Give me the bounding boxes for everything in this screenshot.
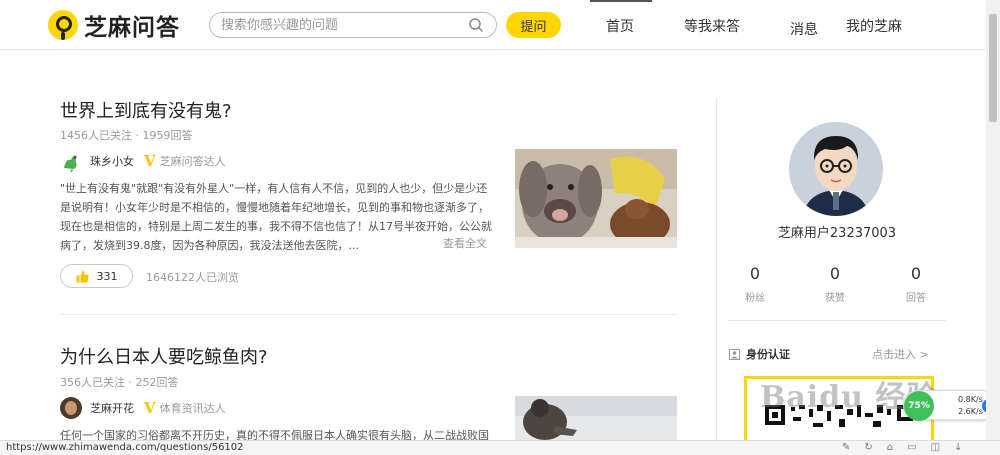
thumbs-up-icon <box>76 270 89 282</box>
id-card-icon <box>729 348 740 360</box>
view-count: 1646122人已浏览 <box>146 271 239 284</box>
network-speed-widget[interactable]: 75% 0.8K/s 2.6K/s + <box>903 390 997 421</box>
question-title[interactable]: 世界上到底有没有鬼? <box>60 97 232 123</box>
identity-section-title: 身份认证 <box>729 346 790 362</box>
answer-author: 珠乡小女 V 芝麻问答达人 <box>60 150 226 172</box>
identity-enter-link[interactable]: 点击进入 > <box>872 346 929 362</box>
nav-active-indicator <box>590 0 652 2</box>
identity-title-text: 身份认证 <box>746 348 790 361</box>
user-avatar[interactable] <box>789 122 883 216</box>
status-icons: ✎ ↻ ⌂ ▭ ◫ ↓ <box>842 442 962 453</box>
answer-excerpt[interactable]: "世上有没有鬼"就跟"有没有外星人"一样，有人信有人不信，见到的人也少，但少是少… <box>60 179 492 255</box>
answer-thumbnail-dogs[interactable] <box>515 149 677 248</box>
stat-answers[interactable]: 0 回答 <box>896 264 936 304</box>
logo-icon <box>48 10 78 40</box>
question-title[interactable]: 为什么日本人要吃鲸鱼肉? <box>60 343 268 369</box>
status-url: https://www.zhimawenda.com/questions/561… <box>6 442 244 453</box>
nav-my-zhima[interactable]: 我的芝麻 <box>846 16 902 36</box>
verified-v-icon: V <box>144 152 156 170</box>
ask-question-button[interactable]: 提问 <box>506 12 561 38</box>
stat-likes[interactable]: 0 获赞 <box>815 264 855 304</box>
stat-answers-count: 0 <box>910 264 922 283</box>
search-icon[interactable] <box>468 17 484 33</box>
home-icon[interactable]: ⌂ <box>887 442 893 453</box>
browser-status-bar: https://www.zhimawenda.com/questions/561… <box>0 440 1000 455</box>
user-name[interactable]: 芝麻用户23237003 <box>727 222 947 241</box>
verified-v-icon: V <box>144 399 156 417</box>
stat-likes-label: 获赞 <box>825 293 845 304</box>
stat-fans-count: 0 <box>749 264 761 283</box>
logo-text: 芝麻问答 <box>84 15 180 41</box>
answer-thumbnail-whale[interactable] <box>515 396 677 440</box>
sidebar-section-divider <box>728 320 946 321</box>
question-meta: 1456人已关注 · 1959回答 <box>60 129 193 142</box>
like-button[interactable]: 331 <box>60 264 133 288</box>
nav-messages[interactable]: 消息 <box>790 19 818 39</box>
scrollbar-thumb[interactable] <box>989 14 997 122</box>
author-avatar[interactable] <box>60 150 82 172</box>
author-name[interactable]: 珠乡小女 <box>90 153 134 169</box>
nav-wait-answer[interactable]: 等我来答 <box>684 16 740 36</box>
stat-likes-count: 0 <box>829 264 841 283</box>
site-logo[interactable]: 芝麻问答 <box>48 8 180 42</box>
upload-speed: 0.8K/s <box>958 395 983 404</box>
stat-answers-label: 回答 <box>906 293 926 304</box>
refresh-icon[interactable]: ↻ <box>864 442 872 453</box>
trash-icon[interactable]: ▭ <box>907 442 916 453</box>
question-meta: 356人已关注 · 252回答 <box>60 376 179 389</box>
page-scrollbar[interactable] <box>986 0 1000 440</box>
sidebar-divider <box>716 98 717 443</box>
author-name[interactable]: 芝麻开花 <box>90 400 134 416</box>
answer-excerpt[interactable]: 任何一个国家的习俗都离不开历史，真的不得不佩服日本人确实很有头脑，从二战战败国 <box>60 426 492 440</box>
nav-home[interactable]: 首页 <box>606 16 634 36</box>
pin-icon[interactable]: ✎ <box>842 442 850 453</box>
top-header: 芝麻问答 提问 首页 等我来答 消息 我的芝麻 <box>0 0 986 50</box>
search-input[interactable] <box>221 13 461 37</box>
answer-author: 芝麻开花 V 体育资讯达人 <box>60 397 226 419</box>
read-all-link[interactable]: 查看全文 <box>443 235 487 251</box>
speed-percent: 75% <box>904 391 934 421</box>
stat-fans-label: 粉丝 <box>745 293 765 304</box>
download-speed: 2.6K/s <box>958 407 983 416</box>
author-tag: 芝麻问答达人 <box>159 155 226 168</box>
window-icon[interactable]: ◫ <box>931 442 940 453</box>
author-tag: 体育资讯达人 <box>159 402 226 415</box>
search-box <box>209 12 497 38</box>
download-icon[interactable]: ↓ <box>954 442 962 453</box>
stat-fans[interactable]: 0 粉丝 <box>735 264 775 304</box>
like-count: 331 <box>96 269 118 283</box>
feed-divider <box>60 314 677 315</box>
author-avatar[interactable] <box>60 397 82 419</box>
